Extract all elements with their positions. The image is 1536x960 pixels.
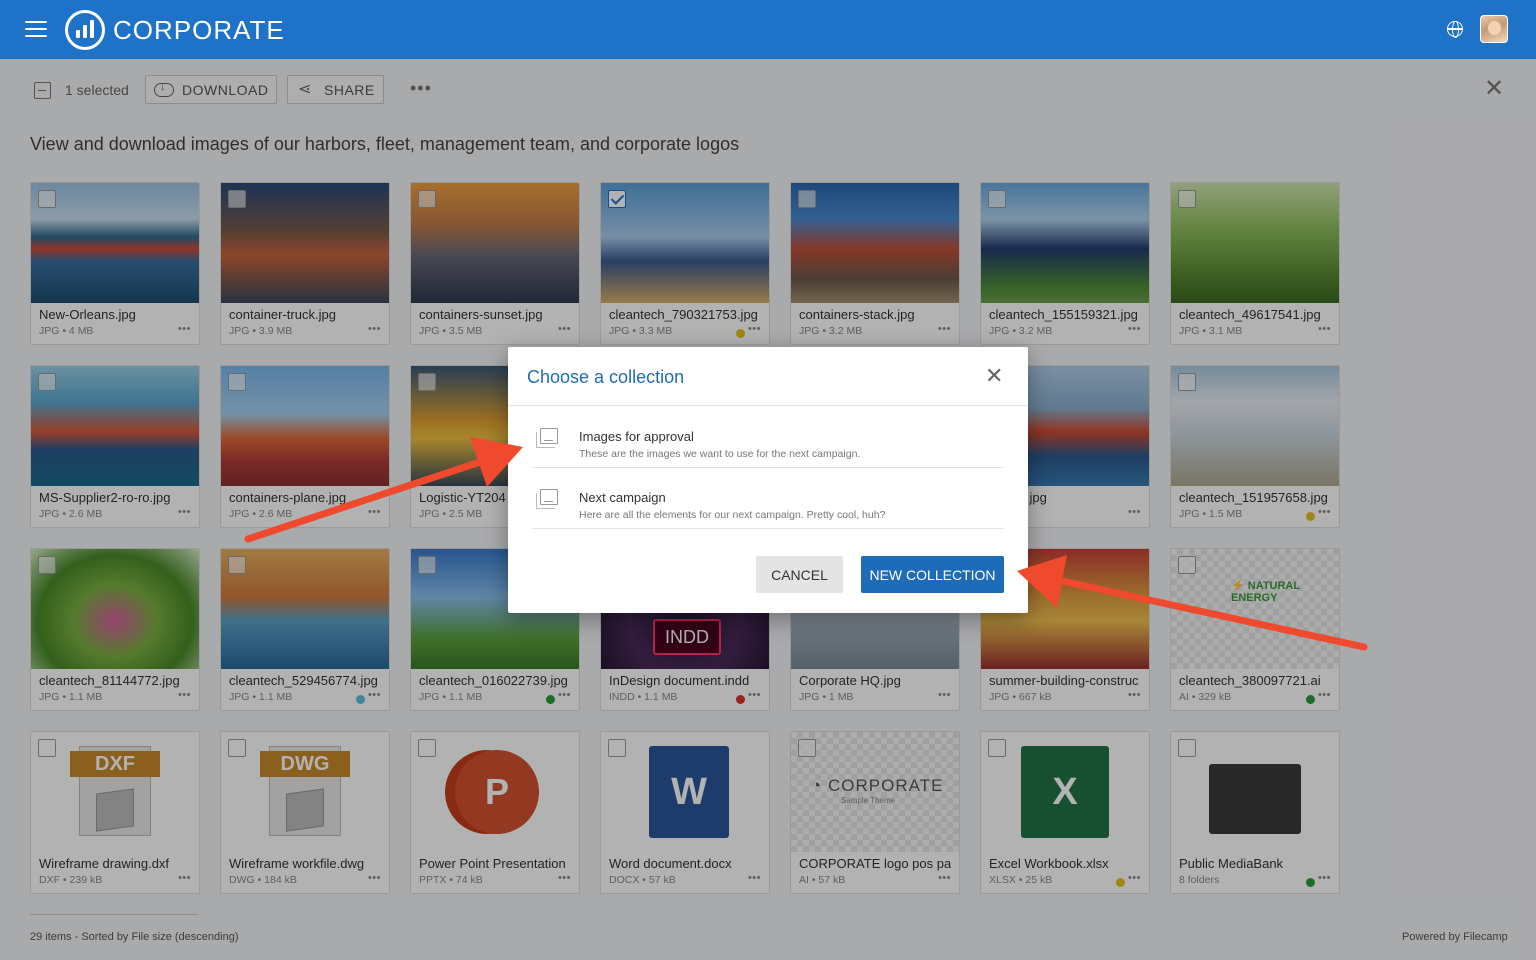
- new-collection-button[interactable]: NEW COLLECTION: [861, 556, 1004, 593]
- dialog-close-icon[interactable]: ✕: [985, 365, 1003, 387]
- collection-icon: [536, 428, 558, 448]
- brand-logo-icon: [65, 10, 105, 50]
- dialog-title: Choose a collection: [527, 367, 685, 387]
- dialog-divider: [508, 405, 1028, 406]
- collection-icon: [536, 489, 558, 509]
- choose-collection-dialog: Choose a collection ✕ Images for approva…: [508, 347, 1028, 613]
- collection-item[interactable]: Next campaign Here are all the elements …: [532, 469, 1004, 529]
- collection-item[interactable]: Images for approval These are the images…: [532, 408, 1004, 468]
- collection-name: Images for approval: [579, 429, 694, 444]
- brand-name: CORPORATE: [113, 15, 285, 45]
- globe-icon[interactable]: [1447, 21, 1463, 38]
- collection-name: Next campaign: [579, 490, 666, 505]
- collection-description: Here are all the elements for our next c…: [579, 509, 886, 521]
- menu-icon[interactable]: [25, 21, 47, 37]
- collection-description: These are the images we want to use for …: [579, 448, 861, 460]
- top-bar: CORPORATE: [0, 0, 1536, 59]
- avatar[interactable]: [1480, 15, 1508, 43]
- cancel-button[interactable]: CANCEL: [756, 556, 843, 593]
